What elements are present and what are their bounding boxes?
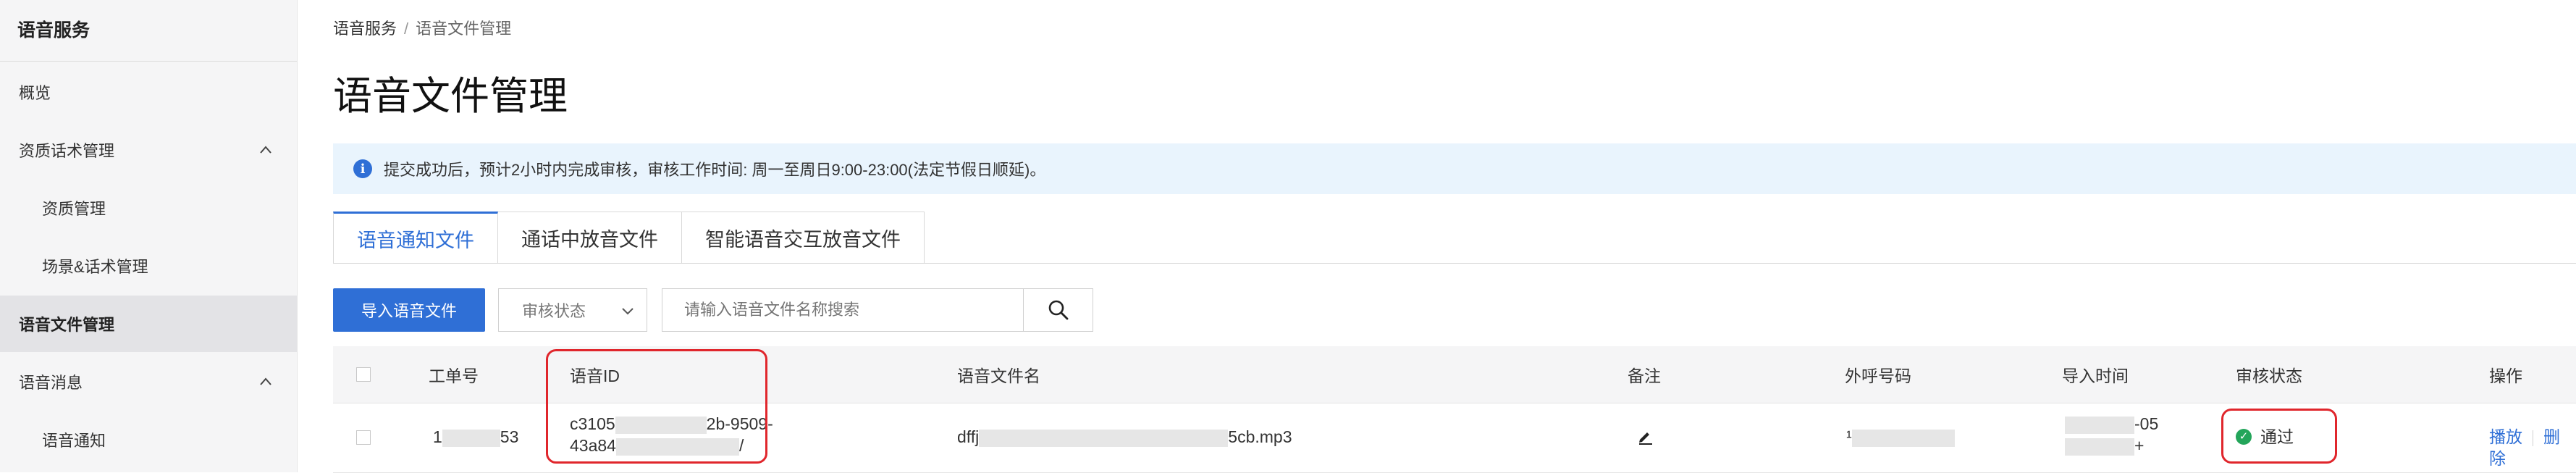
ticket-text-start: 1 (433, 427, 442, 446)
search-input[interactable] (662, 288, 1024, 332)
sidebar-item-voice-notice[interactable]: 语音通知 (0, 411, 297, 468)
sidebar: 语音服务 概览 资质话术管理 资质管理 场景&话术管理 语音文件管理 语音消息 … (0, 0, 298, 472)
tab-bar: 语音通知文件 通话中放音文件 智能语音交互放音文件 (333, 212, 925, 264)
breadcrumb-separator: / (404, 20, 409, 38)
breadcrumb-current: 语音文件管理 (416, 20, 512, 38)
highlight-box-voice-id (546, 349, 767, 464)
sidebar-item-label: 概览 (19, 84, 51, 102)
page-title: 语音文件管理 (333, 75, 568, 118)
sidebar-item-overview[interactable]: 概览 (0, 64, 297, 120)
import-time-text: + (2134, 436, 2144, 455)
file-name-cell: dffj 5cb.mp3 (957, 426, 1292, 448)
column-header-caller-number: 外呼号码 (1845, 367, 1911, 385)
import-time-text: -05 (2134, 414, 2159, 433)
edit-icon[interactable] (1636, 427, 1654, 445)
column-header-actions: 操作 (2489, 367, 2522, 385)
import-time-cell: -05 + (2065, 413, 2158, 456)
notice-banner: i 提交成功后，预计2小时内完成审核，审核工作时间: 周一至周日9:00-23:… (333, 143, 2576, 194)
chevron-down-icon (622, 308, 634, 315)
chevron-up-icon[interactable] (259, 375, 272, 388)
column-header-file-name: 语音文件名 (957, 367, 1040, 385)
info-icon: i (353, 159, 372, 178)
play-button[interactable]: 播放 (2489, 427, 2522, 446)
sidebar-item-qualification-script[interactable]: 资质话术管理 (0, 122, 297, 178)
caller-number-text: ¹ (1846, 427, 1852, 446)
tab-in-call-playback-file[interactable]: 通话中放音文件 (498, 212, 682, 264)
tab-ivr-playback-file[interactable]: 智能语音交互放音文件 (682, 212, 925, 264)
redacted-block (2065, 438, 2134, 456)
sidebar-item-voice-file[interactable]: 语音文件管理 (0, 296, 297, 352)
file-name-text: 5cb.mp3 (1228, 427, 1292, 446)
chevron-up-icon[interactable] (259, 143, 272, 156)
remark-cell (1636, 427, 1654, 450)
notice-text: 提交成功后，预计2小时内完成审核，审核工作时间: 周一至周日9:00-23:00… (384, 161, 1046, 179)
redacted-block (1851, 429, 1955, 447)
redacted-block (2065, 416, 2134, 434)
search-icon (1048, 300, 1068, 320)
sidebar-item-label: 场景&话术管理 (42, 258, 148, 276)
sidebar-item-label: 资质管理 (42, 200, 106, 218)
row-checkbox[interactable] (356, 430, 371, 445)
audit-status-select[interactable]: 审核状态 (498, 288, 647, 332)
column-header-remark: 备注 (1628, 367, 1661, 385)
column-header-import-time: 导入时间 (2062, 367, 2129, 385)
sidebar-item-voice-message[interactable]: 语音消息 (0, 353, 297, 410)
sidebar-item-qualification[interactable]: 资质管理 (0, 180, 297, 236)
tab-voice-notice-file[interactable]: 语音通知文件 (333, 212, 498, 264)
select-all-checkbox[interactable] (356, 367, 371, 382)
audit-status-select-value: 审核状态 (522, 302, 586, 320)
sidebar-item-label: 语音通知 (42, 432, 106, 450)
tab-divider (333, 263, 2576, 264)
ticket-text-end: 53 (500, 427, 519, 446)
actions-cell: 播放 删除 (2489, 426, 2576, 469)
breadcrumb-root[interactable]: 语音服务 (333, 20, 397, 38)
file-name-text: dffj (957, 427, 980, 446)
column-header-ticket: 工单号 (429, 367, 479, 385)
ticket-cell: 1 53 (433, 426, 518, 448)
highlight-box-status (2221, 409, 2337, 464)
sidebar-divider (0, 61, 297, 62)
breadcrumb: 语音服务 / 语音文件管理 (333, 16, 511, 39)
sidebar-item-label: 资质话术管理 (19, 142, 115, 160)
column-header-audit-status: 审核状态 (2236, 367, 2302, 385)
redacted-block (442, 429, 500, 447)
sidebar-item-label: 语音文件管理 (19, 316, 115, 334)
sidebar-item-label: 语音消息 (19, 374, 83, 392)
import-voice-file-button[interactable]: 导入语音文件 (333, 288, 485, 332)
redacted-block (979, 429, 1229, 447)
main-content: 语音服务 / 语音文件管理 语音文件管理 i 提交成功后，预计2小时内完成审核，审核… (297, 0, 2576, 473)
sidebar-title: 语音服务 (17, 20, 91, 41)
sidebar-item-scene-script[interactable]: 场景&话术管理 (0, 238, 297, 294)
search-button[interactable] (1024, 288, 1093, 332)
caller-number-cell: ¹ (1846, 426, 1955, 448)
